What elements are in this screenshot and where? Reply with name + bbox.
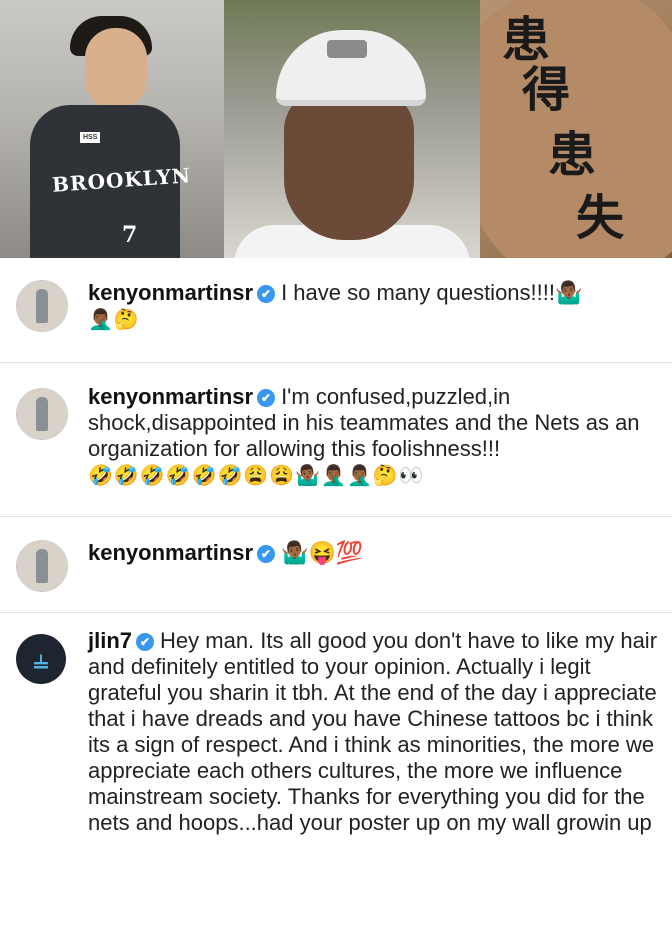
cap-logo [327,40,367,58]
avatar-figure [36,397,48,431]
jersey-number: 7 [122,222,138,248]
avatar[interactable] [16,540,68,592]
username-link[interactable]: kenyonmartinsr [88,540,253,565]
tattoo-photo: 患 得 患 失 [480,0,672,258]
verified-badge-icon: ✔ [257,545,276,563]
comment-body: jlin7 ✔ Hey man. Its all good you don't ha… [88,628,658,836]
jlin-logo-icon: ⫨ [33,644,49,674]
player-photo: HSS BROOKLYN 7 [0,0,224,258]
avatar[interactable] [16,280,68,332]
tattoo-character: 失 [576,190,625,246]
avatar[interactable] [16,388,68,440]
avatar-figure [36,549,48,583]
video-selfie-photo [224,0,480,258]
comment-text: 🤷🏾‍♂️😝💯 [281,540,364,565]
divider [0,612,672,613]
comment-text: I have so many questions!!!!🤷🏾‍♂️ [281,280,583,305]
username-link[interactable]: kenyonmartinsr [88,384,253,409]
jersey-patch: HSS [80,132,101,143]
verified-badge-icon: ✔ [257,285,276,303]
username-link[interactable]: kenyonmartinsr [88,280,253,305]
tattoo-character: 患 [548,127,597,183]
avatar[interactable]: ⫨ [16,634,66,684]
photo-strip: HSS BROOKLYN 7 患 得 患 失 [0,0,672,258]
comment-emojis: 🤦🏾‍♂️🤔 [88,309,140,331]
username-link[interactable]: jlin7 [88,628,132,653]
verified-badge-icon: ✔ [136,633,155,651]
comment-body: kenyonmartinsr ✔ 🤷🏾‍♂️😝💯 [88,540,658,566]
divider [0,516,672,517]
comment-emojis: 🤣🤣🤣🤣🤣🤣😩😩🤷🏾‍♂️🤦🏾‍♂️🤦🏾‍♂️🤔👀 [88,465,425,487]
comment-text: Hey man. Its all good you don't have to … [88,628,658,835]
divider [0,362,672,363]
verified-badge-icon: ✔ [257,389,276,407]
comment-body: kenyonmartinsr ✔ I'm confused,puzzled,in s… [88,384,658,489]
comment-body: kenyonmartinsr ✔ I have so many questions!… [88,280,658,333]
player-head [85,28,147,108]
man-face [284,90,414,240]
avatar-figure [36,289,48,323]
tattoo-character: 得 [522,62,571,118]
